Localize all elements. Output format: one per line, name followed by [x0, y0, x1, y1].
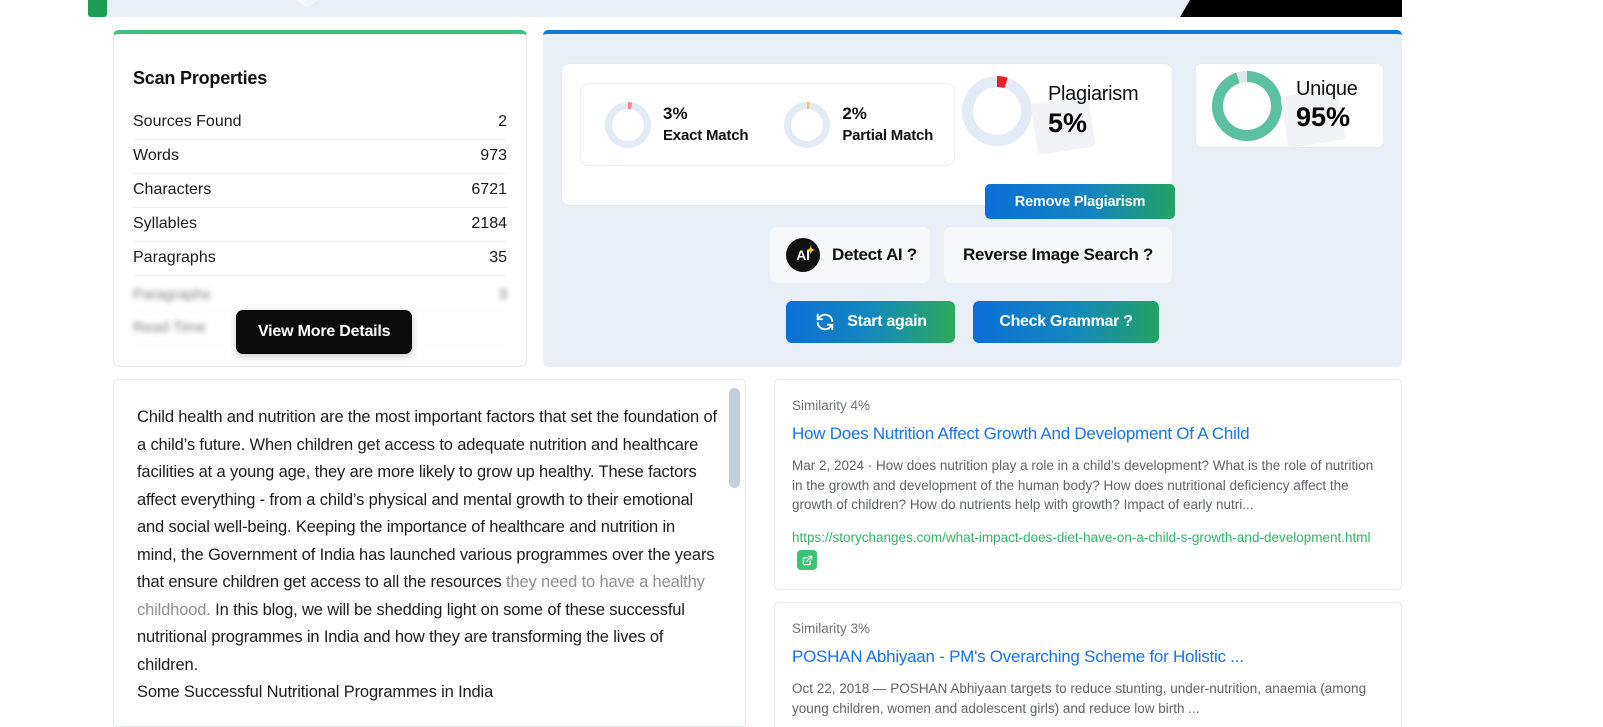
remove-plagiarism-button[interactable]: Remove Plagiarism — [985, 184, 1175, 219]
refresh-icon — [817, 313, 834, 331]
plagiarism-percent: 5% — [1048, 107, 1088, 138]
scan-label: Words — [133, 147, 179, 164]
reverse-image-search-label: Reverse Image Search ? — [963, 245, 1153, 264]
scan-value: 2 — [498, 113, 507, 130]
check-grammar-button[interactable]: Check Grammar ? — [973, 301, 1159, 343]
sources-list: Similarity 4% How Does Nutrition Affect … — [774, 379, 1402, 727]
exact-match-donut — [605, 101, 651, 148]
document-scrollbar-thumb[interactable] — [729, 388, 740, 488]
start-again-button[interactable]: Start again — [786, 301, 955, 343]
top-strip-black-tooltip — [1180, 0, 1402, 17]
scan-label: Paragraphs — [133, 286, 211, 303]
primary-action-row: Start again Check Grammar ? — [786, 301, 1159, 343]
scan-row-syllables: Syllables 2184 — [133, 208, 507, 242]
start-again-label: Start again — [847, 313, 927, 330]
ai-badge-icon: AI ✦ — [786, 238, 820, 272]
top-progress-strip — [0, 0, 1603, 18]
plagiarism-label: Plagiarism — [1048, 82, 1139, 105]
source-url-text: https://storychanges.com/what-impact-doe… — [792, 529, 1371, 545]
source-title-link[interactable]: POSHAN Abhiyaan - PM's Overarching Schem… — [792, 647, 1380, 667]
exact-match-percent: 3% — [663, 103, 688, 123]
metric-partial-match: 2% Partial Match — [748, 101, 934, 148]
unique-percent: 95% — [1296, 101, 1351, 132]
document-subheading: Some Successful Nutritional Programmes i… — [137, 683, 494, 701]
scan-label: Sources Found — [133, 113, 242, 130]
scan-properties-panel: Scan Properties Sources Found 2 Words 97… — [113, 30, 527, 367]
document-text-panel: Child health and nutrition are the most … — [113, 379, 746, 727]
scan-properties-title: Scan Properties — [133, 68, 268, 88]
match-summary-card: 3% Exact Match 2% Partial Match Plagiari… — [561, 63, 1175, 219]
scan-row-words: Words 973 — [133, 140, 507, 174]
partial-match-percent: 2% — [842, 103, 867, 123]
reverse-image-search-button[interactable]: Reverse Image Search ? — [943, 226, 1173, 284]
unique-label: Unique — [1296, 77, 1358, 100]
source-similarity: Similarity 4% — [792, 398, 871, 413]
document-text-before-match: Child health and nutrition are the most … — [137, 408, 717, 591]
scan-value: 35 — [489, 249, 507, 266]
secondary-action-row: AI ✦ Detect AI ? Reverse Image Search ? — [769, 226, 1173, 284]
document-paragraph: Child health and nutrition are the most … — [137, 404, 719, 679]
match-metrics-group: 3% Exact Match 2% Partial Match — [580, 83, 955, 166]
scan-row-characters: Characters 6721 — [133, 174, 507, 208]
scan-value: 6721 — [471, 181, 507, 198]
unique-donut — [1212, 70, 1282, 141]
source-title-link[interactable]: How Does Nutrition Affect Growth And Dev… — [792, 424, 1380, 444]
external-link-glyph — [802, 555, 812, 565]
scan-label: Syllables — [133, 215, 198, 232]
document-text-after-match: In this blog, we will be shedding light … — [137, 600, 685, 674]
plagiarism-donut — [962, 76, 1032, 146]
scan-label: Read Time — [133, 319, 206, 336]
scan-row-paragraphs: Paragraphs 35 — [133, 242, 507, 276]
scan-row-blurred-paragraphs: Paragraphs 3 — [133, 279, 507, 312]
detect-ai-button[interactable]: AI ✦ Detect AI ? — [769, 226, 931, 284]
metric-exact-match: 3% Exact Match — [581, 101, 749, 148]
plagiarism-report-page: Scan Properties Sources Found 2 Words 97… — [0, 0, 1603, 727]
exact-match-label: Exact Match — [663, 126, 749, 144]
source-result-card: Similarity 4% How Does Nutrition Affect … — [774, 379, 1402, 590]
unique-summary-card: Unique 95% — [1195, 63, 1384, 149]
detect-ai-label: Detect AI ? — [832, 245, 917, 264]
view-more-details-button[interactable]: View More Details — [236, 310, 413, 354]
source-snippet: Oct 22, 2018 — POSHAN Abhiyaan targets t… — [792, 681, 1367, 716]
partial-match-donut — [784, 101, 831, 148]
plagiarism-summary: Plagiarism 5% — [962, 76, 1139, 156]
scan-results-panel: 3% Exact Match 2% Partial Match Plagiari… — [543, 30, 1402, 367]
scan-value: 2184 — [471, 215, 507, 232]
scan-value: 973 — [480, 147, 507, 164]
scan-value: 3 — [498, 286, 507, 303]
top-strip-green-marker — [88, 0, 107, 17]
partial-match-label: Partial Match — [842, 126, 934, 144]
source-snippet: Mar 2, 2024 · How does nutrition play a … — [792, 458, 1374, 512]
scan-properties-list: Sources Found 2 Words 973 Characters 672… — [133, 106, 507, 276]
sparkle-icon: ✦ — [806, 245, 815, 257]
source-similarity: Similarity 3% — [792, 621, 871, 636]
scan-label: Paragraphs — [133, 249, 216, 266]
external-link-icon[interactable] — [797, 550, 817, 570]
check-grammar-label: Check Grammar ? — [999, 313, 1133, 330]
scan-row-sources-found: Sources Found 2 — [133, 106, 507, 140]
source-result-card: Similarity 3% POSHAN Abhiyaan - PM's Ove… — [774, 602, 1402, 727]
scan-label: Characters — [133, 181, 212, 198]
source-url-link[interactable]: https://storychanges.com/what-impact-doe… — [792, 528, 1380, 570]
